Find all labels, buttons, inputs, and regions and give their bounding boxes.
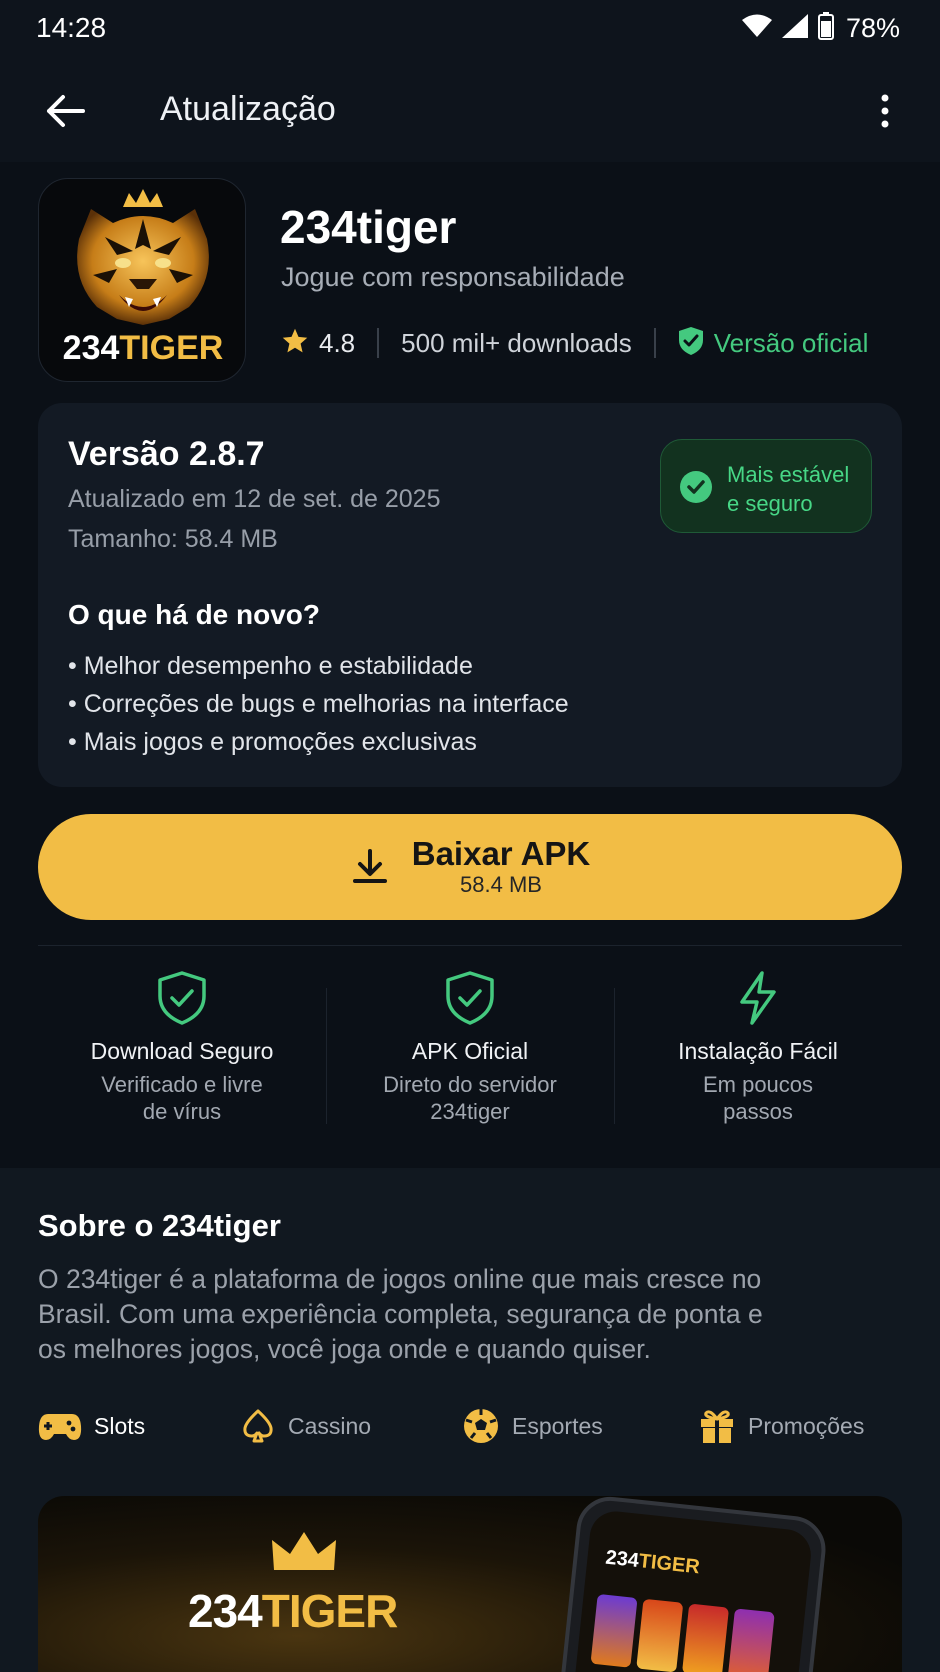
category-label: Promoções: [748, 1412, 865, 1439]
signal-icon: [781, 14, 808, 43]
feature-title: APK Oficial: [411, 1038, 529, 1064]
feature-official-apk: APK Oficial Direto do servidor 234tiger: [326, 970, 614, 1130]
star-icon: [281, 327, 309, 360]
official-version-label: Versão oficial: [713, 327, 869, 358]
category-label: Cassino: [288, 1412, 372, 1439]
feature-description-line: Verificado e livre: [101, 1072, 263, 1097]
feature-title: Instalação Fácil: [678, 1038, 838, 1064]
version-updated-date: Atualizado em 12 de set. de 2025: [68, 485, 441, 513]
feature-description-line: Em poucos: [702, 1072, 814, 1097]
about-title: Sobre o 234tiger: [38, 1208, 281, 1243]
version-title: Versão 2.8.7: [68, 435, 265, 473]
svg-text:234TIGER: 234TIGER: [63, 329, 224, 367]
app-name: 234tiger: [280, 201, 457, 253]
battery-percentage: 78%: [845, 13, 900, 43]
status-bar: 14:28 78%: [0, 0, 940, 60]
more-vertical-icon: [881, 94, 889, 128]
game-tile: [590, 1593, 638, 1668]
stable-badge-text: Mais estável e seguro: [727, 460, 849, 518]
section-divider: [38, 945, 902, 946]
category-slots[interactable]: Slots: [38, 1410, 240, 1442]
whats-new-item: Correções de bugs e melhorias na interfa…: [68, 685, 569, 723]
category-cassino[interactable]: Cassino: [240, 1408, 462, 1444]
about-text: O 234tiger é a plataforma de jogos onlin…: [38, 1264, 763, 1364]
crown-icon: [272, 1532, 336, 1570]
feature-description: Direto do servidor 234tiger: [370, 1071, 570, 1125]
check-circle-icon: [680, 471, 712, 503]
gift-icon: [701, 1410, 733, 1443]
gamepad-icon: [38, 1414, 82, 1440]
category-label: Esportes: [512, 1412, 603, 1439]
phone-brand: 234TIGER: [604, 1547, 700, 1580]
game-tile: [727, 1608, 775, 1672]
app-tagline: Jogue com responsabilidade: [281, 262, 625, 292]
meta-divider: [653, 328, 656, 358]
phone-brand-number: 234: [604, 1546, 640, 1572]
version-size: Tamanho: 58.4 MB: [68, 525, 278, 553]
whats-new-list: Melhor desempenho e estabilidade Correçõ…: [68, 647, 569, 761]
tiger-logo-icon: 234TIGER: [63, 189, 224, 367]
download-icon: [352, 849, 387, 883]
stable-badge-line: e seguro: [727, 491, 813, 516]
features-row: Download Seguro Verificado e livre de ví…: [38, 970, 902, 1130]
download-button-content: Baixar APK 58.4 MB: [350, 836, 591, 898]
category-label: Slots: [94, 1412, 146, 1439]
downloads-count: 500 mil+ downloads: [401, 327, 632, 358]
whats-new-title: O que há de novo?: [68, 599, 321, 630]
feature-easy-install: Instalação Fácil Em poucos passos: [614, 970, 902, 1130]
verified-shield-icon: [678, 326, 704, 361]
feature-description-line: passos: [723, 1099, 793, 1124]
whats-new-item: Mais jogos e promoções exclusivas: [68, 723, 569, 761]
feature-title: Download Seguro: [90, 1038, 274, 1064]
banner-brand-tiger: TIGER: [261, 1585, 399, 1637]
more-options-button[interactable]: [860, 86, 910, 136]
category-esportes[interactable]: Esportes: [462, 1407, 698, 1445]
feature-description: Em poucos passos: [658, 1071, 858, 1125]
app-meta-row: 4.8 500 mil+ downloads Versão oficial: [281, 323, 868, 363]
version-card: Versão 2.8.7 Atualizado em 12 de set. de…: [38, 403, 902, 787]
app-icon: 234TIGER: [38, 178, 246, 382]
rating-value: 4.8: [319, 327, 356, 358]
game-tile: [636, 1598, 684, 1672]
banner-brand: 234TIGER: [188, 1584, 399, 1638]
stable-badge: Mais estável e seguro: [660, 439, 872, 533]
status-icons: 78%: [741, 12, 900, 45]
feature-description-line: Direto do servidor: [383, 1072, 557, 1097]
meta-divider: [377, 328, 380, 358]
shield-check-icon: [446, 971, 494, 1025]
phone-mockup: 234TIGER: [557, 1496, 829, 1672]
feature-description-line: de vírus: [142, 1099, 222, 1124]
download-button-size: 58.4 MB: [460, 872, 542, 897]
whats-new-item: Melhor desempenho e estabilidade: [68, 647, 569, 685]
back-button[interactable]: [40, 86, 90, 136]
spade-icon: [243, 1409, 273, 1443]
status-time: 14:28: [36, 12, 107, 43]
feature-description-line: 234tiger: [430, 1099, 510, 1124]
banner-brand-number: 234: [188, 1585, 263, 1637]
about-section: Sobre o 234tiger O 234tiger é a platafor…: [0, 1168, 940, 1672]
lightning-icon: [740, 971, 776, 1025]
download-button-text: Baixar APK 58.4 MB: [412, 836, 591, 898]
soccer-ball-icon: [464, 1409, 498, 1443]
game-tile: [681, 1603, 730, 1672]
wifi-icon: [741, 14, 772, 43]
feature-secure-download: Download Seguro Verificado e livre de ví…: [38, 970, 326, 1130]
download-button-label: Baixar APK: [411, 835, 591, 872]
promo-banner[interactable]: 234TIGER 234TIGER: [38, 1496, 902, 1672]
category-promocoes[interactable]: Promoções: [698, 1407, 864, 1445]
app-bar: Atualização: [0, 60, 940, 162]
battery-icon: [817, 12, 834, 45]
download-apk-button[interactable]: Baixar APK 58.4 MB: [38, 814, 902, 920]
stable-badge-line: Mais estável: [727, 462, 850, 487]
phone-screen: 234TIGER: [571, 1508, 814, 1672]
category-tabs: Slots Cassino Esportes Promoções: [38, 1396, 902, 1456]
shield-check-icon: [158, 971, 206, 1025]
phone-brand-tiger: TIGER: [637, 1550, 701, 1579]
page-title: Atualização: [160, 90, 336, 128]
arrow-left-icon: [47, 95, 85, 127]
feature-description: Verificado e livre de vírus: [82, 1071, 282, 1125]
